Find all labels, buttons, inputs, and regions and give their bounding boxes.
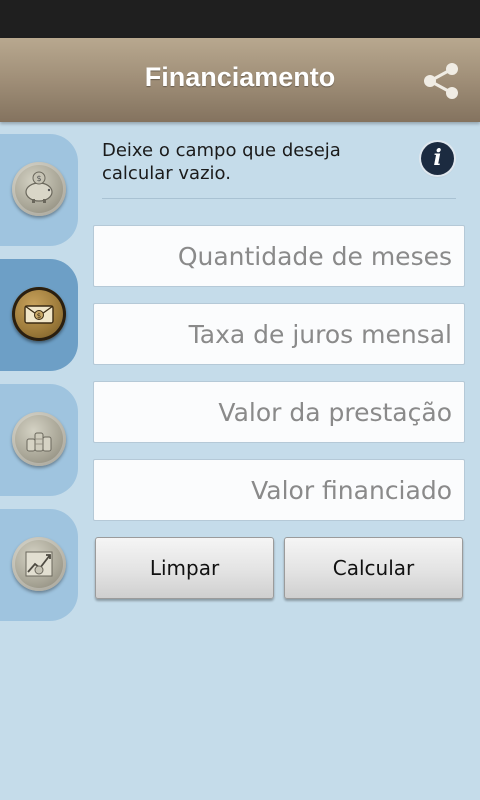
info-icon[interactable]: i <box>421 142 454 175</box>
sidebar-item-savings[interactable]: $ <box>0 134 78 246</box>
sidebar-item-growth[interactable] <box>0 509 78 621</box>
coin-stacks-icon <box>12 412 66 466</box>
piggy-bank-icon: $ <box>12 162 66 216</box>
months-quantity-input[interactable] <box>93 225 465 287</box>
money-envelope-icon: $ <box>12 287 66 341</box>
share-icon[interactable] <box>418 58 464 104</box>
clear-button[interactable]: Limpar <box>95 537 274 599</box>
growth-chart-icon <box>12 537 66 591</box>
svg-text:$: $ <box>37 312 41 320</box>
divider <box>102 198 456 199</box>
app-bar: Financiamento <box>0 38 480 122</box>
svg-text:$: $ <box>36 174 41 183</box>
installment-value-input[interactable] <box>93 381 465 443</box>
calculate-button[interactable]: Calcular <box>284 537 463 599</box>
sidebar-item-financing[interactable]: $ <box>0 259 78 371</box>
financed-value-input[interactable] <box>93 459 465 521</box>
page-title: Financiamento <box>144 62 336 92</box>
status-bar <box>0 0 480 38</box>
sidebar-item-investments[interactable] <box>0 384 78 496</box>
instruction-text: Deixe o campo que deseja calcular vazio. <box>102 140 341 184</box>
monthly-interest-rate-input[interactable] <box>93 303 465 365</box>
